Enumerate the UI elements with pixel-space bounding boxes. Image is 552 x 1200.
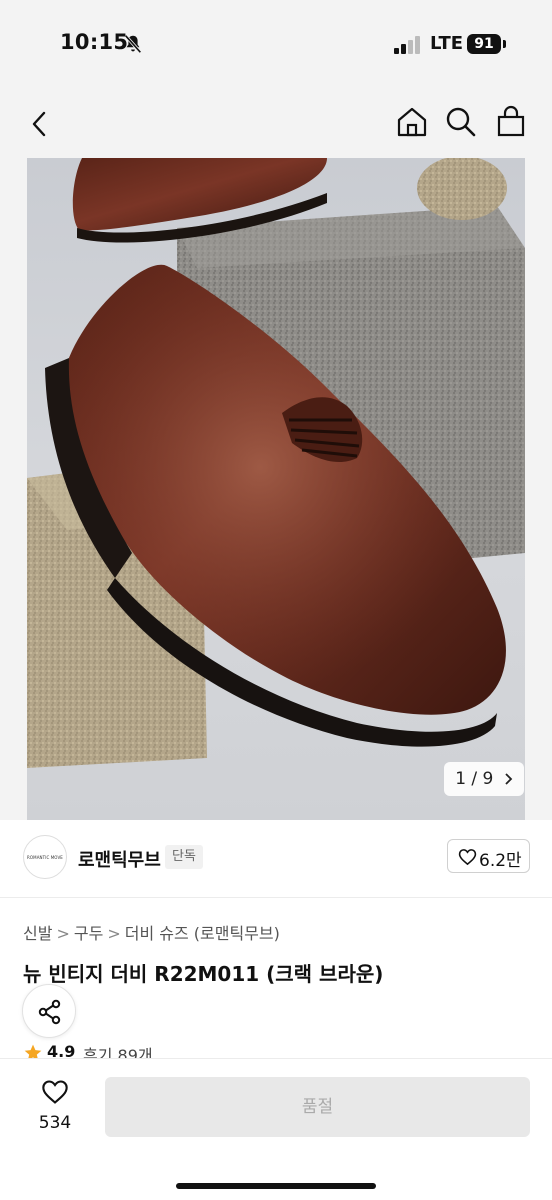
product-photo[interactable] [27,158,525,820]
brand-row: ROMANTIC MOVE 로맨틱무브 단독 6.2만 [0,820,552,898]
breadcrumb-item-shoes[interactable]: 신발 [23,924,52,943]
wishlist-button[interactable]: 534 [20,1077,90,1141]
home-indicator [176,1183,376,1189]
bottom-action-bar: 534 품절 [0,1058,552,1200]
product-gallery[interactable]: 1 / 9 [0,158,552,820]
product-title: 뉴 빈티지 더비 R22M011 (크랙 브라운) [23,962,384,986]
wishlist-count: 534 [38,1113,72,1133]
breadcrumb: 신발 > 구두 > 더비 슈즈 (로맨틱무브) [23,920,280,944]
battery-nub [503,40,506,48]
share-button[interactable] [22,984,76,1038]
breadcrumb-separator: > [107,924,121,943]
product-page: 10:15 LTE 91 1 / 9 ROMANTIC MOVE 로맨틱무브 단… [0,0,552,1200]
signal-icon [394,36,420,54]
brand-logo[interactable]: ROMANTIC MOVE [23,835,67,879]
image-counter-label: 1 / 9 [455,769,494,789]
exclusive-badge: 단독 [165,845,203,869]
bell-slash-icon [124,34,142,54]
back-button[interactable] [22,106,58,142]
breadcrumb-item-dress-shoes[interactable]: 구두 [74,924,103,943]
brand-like-button[interactable]: 6.2만 [447,839,530,873]
cart-button[interactable] [493,104,529,140]
home-button[interactable] [394,104,430,140]
status-bar: 10:15 LTE 91 [0,0,552,92]
network-label: LTE [430,33,464,54]
chevron-right-icon [505,773,513,785]
brand-name[interactable]: 로맨틱무브 [78,846,161,872]
shoe-illustration [27,158,525,768]
back-chevron-icon [32,111,46,137]
heart-outline-icon [42,1080,68,1104]
heart-outline-icon [458,849,477,866]
breadcrumb-item-derby-shoes[interactable]: 더비 슈즈 (로맨틱무브) [125,924,280,943]
top-nav-bar [0,92,552,158]
search-icon [446,107,476,137]
home-icon [397,107,427,137]
brand-like-count: 6.2만 [479,851,522,871]
search-button[interactable] [443,104,479,140]
battery-indicator: 91 [467,34,501,54]
breadcrumb-separator: > [56,924,70,943]
soldout-button[interactable]: 품절 [105,1077,530,1137]
share-icon [38,999,61,1025]
status-time: 10:15 [60,30,129,54]
image-counter[interactable]: 1 / 9 [444,762,524,796]
shopping-bag-icon [497,105,525,137]
